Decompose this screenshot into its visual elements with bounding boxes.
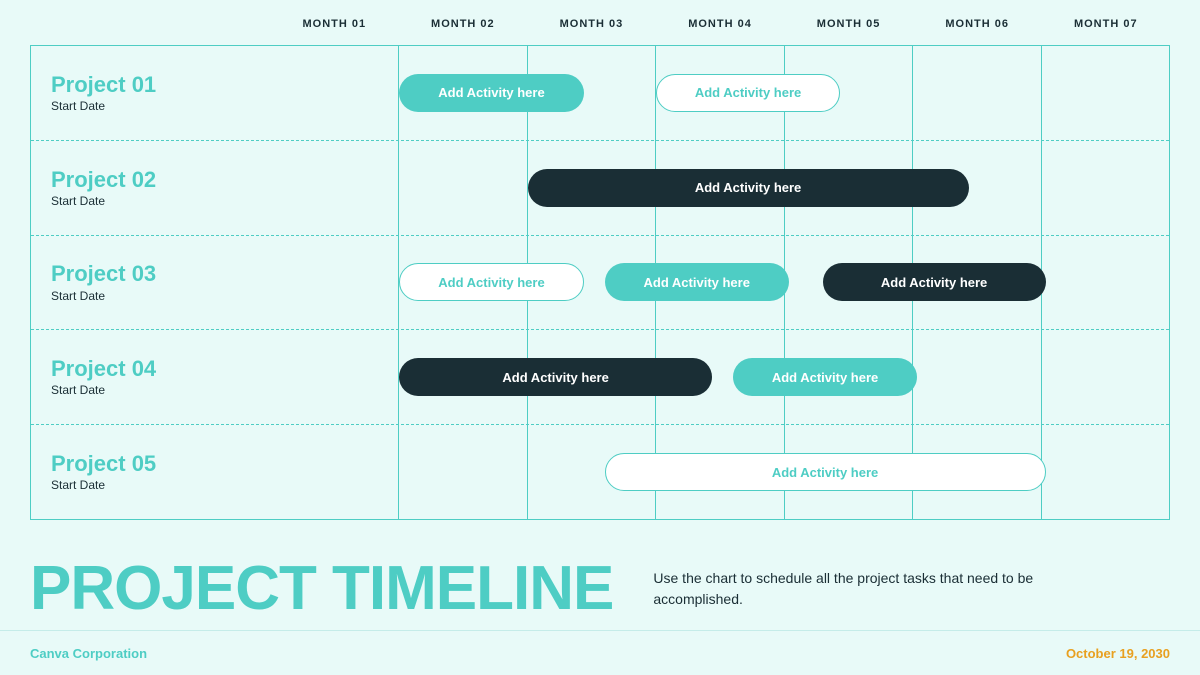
project-row: Project 04Start DateAdd Activity hereAdd… — [31, 330, 1169, 425]
activity-area: Add Activity here Add Activity here — [271, 46, 1169, 140]
project-label-p1: Project 01 Start Date — [31, 73, 271, 113]
month-label: MONTH 01 — [270, 18, 399, 30]
bottom-bar: Canva Corporation October 19, 2030 — [0, 630, 1200, 675]
project-row: Project 03Start DateAdd Activity hereAdd… — [31, 236, 1169, 331]
month-label: MONTH 07 — [1041, 18, 1170, 30]
month-label: MONTH 05 — [784, 18, 913, 30]
project-label-p3: Project 03 Start Date — [31, 262, 271, 302]
activity-bar[interactable]: Add Activity here — [399, 263, 583, 301]
month-label: MONTH 03 — [527, 18, 656, 30]
project-name: Project 03 — [51, 262, 271, 286]
project-label-p5: Project 05 Start Date — [31, 452, 271, 492]
activity-bar[interactable]: Add Activity here — [605, 263, 789, 301]
activity-bar[interactable]: Add Activity here — [656, 74, 840, 112]
project-name: Project 05 — [51, 452, 271, 476]
project-start-date: Start Date — [51, 99, 271, 113]
company-name: Canva Corporation — [30, 646, 147, 661]
activity-area: Add Activity here — [271, 425, 1169, 519]
project-rows: Project 01Start DateAdd Activity hereAdd… — [31, 46, 1169, 519]
months-header: MONTH 01MONTH 02MONTH 03MONTH 04MONTH 05… — [270, 18, 1170, 30]
activity-bar[interactable]: Add Activity here — [399, 74, 583, 112]
footer-description: Use the chart to schedule all the projec… — [653, 568, 1033, 610]
project-name: Project 02 — [51, 168, 271, 192]
project-start-date: Start Date — [51, 289, 271, 303]
project-row: Project 02 Start Date Add Activity here — [31, 141, 1169, 236]
project-row: Project 05 Start Date Add Activity here — [31, 425, 1169, 519]
project-label-p2: Project 02 Start Date — [31, 168, 271, 208]
month-label: MONTH 02 — [399, 18, 528, 30]
activity-area: Add Activity here — [271, 141, 1169, 235]
footer-section: PROJECT TIMELINE Use the chart to schedu… — [30, 558, 1170, 620]
activity-bar[interactable]: Add Activity here — [823, 263, 1046, 301]
activity-bar[interactable]: Add Activity here — [528, 169, 969, 207]
date-label: October 19, 2030 — [1066, 646, 1170, 661]
project-name: Project 04 — [51, 357, 271, 381]
month-label: MONTH 04 — [656, 18, 785, 30]
project-label-p4: Project 04 Start Date — [31, 357, 271, 397]
activity-bar[interactable]: Add Activity here — [399, 358, 712, 396]
project-start-date: Start Date — [51, 194, 271, 208]
footer-title: PROJECT TIMELINE — [30, 558, 613, 620]
project-row: Project 01Start DateAdd Activity hereAdd… — [31, 46, 1169, 141]
activity-bar[interactable]: Add Activity here — [605, 453, 1046, 491]
project-start-date: Start Date — [51, 383, 271, 397]
activity-area: Add Activity here Add Activity here — [271, 330, 1169, 424]
activity-area: Add Activity here Add Activity here Add Ac… — [271, 236, 1169, 330]
project-start-date: Start Date — [51, 478, 271, 492]
project-name: Project 01 — [51, 73, 271, 97]
gantt-container: Project 01Start DateAdd Activity hereAdd… — [30, 45, 1170, 520]
activity-bar[interactable]: Add Activity here — [733, 358, 917, 396]
month-label: MONTH 06 — [913, 18, 1042, 30]
